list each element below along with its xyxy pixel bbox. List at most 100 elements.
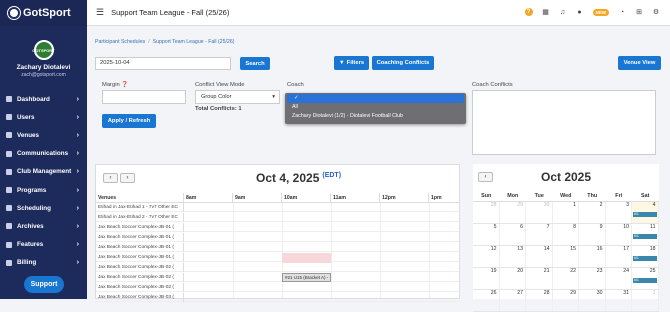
- support-button[interactable]: Support: [24, 276, 64, 293]
- day-cell[interactable]: 28: [473, 202, 500, 223]
- prev-month-button[interactable]: ‹: [478, 172, 493, 182]
- day-cell[interactable]: 28: [526, 290, 553, 311]
- menu-icon[interactable]: ☰: [96, 7, 104, 18]
- margin-label-text: Margin: [102, 82, 120, 88]
- logo[interactable]: GotSport: [0, 0, 87, 26]
- day-cell[interactable]: 30: [579, 290, 606, 311]
- sidebar-item-billing[interactable]: Billing ›: [0, 254, 87, 272]
- sidebar-item-scheduling[interactable]: Scheduling ›: [0, 199, 87, 217]
- venue-row: Jax Beach Soccer Complex-JB-02 (: [96, 263, 459, 272]
- day-cell[interactable]: 22: [553, 268, 579, 289]
- day-cell[interactable]: 23: [579, 268, 606, 289]
- day-event[interactable]: 6/1: [633, 234, 657, 239]
- chevron-down-icon: ▾: [272, 94, 275, 100]
- day-cell[interactable]: 11 6/1: [632, 224, 659, 245]
- day-cell[interactable]: 10: [606, 224, 632, 245]
- bell-icon[interactable]: ♫: [559, 8, 567, 16]
- coach-option-all[interactable]: All: [285, 103, 466, 112]
- day-cell[interactable]: 12: [473, 246, 500, 267]
- day-cell[interactable]: 29: [553, 290, 579, 311]
- coach-option-zachary[interactable]: Zachary Diotalevi (1/2) - Diotalevi Foot…: [285, 112, 466, 121]
- day-title-text: Oct 4, 2025: [256, 171, 320, 185]
- margin-input[interactable]: [102, 90, 186, 104]
- day-cell[interactable]: 26: [473, 290, 500, 311]
- chevron-right-icon: ›: [76, 113, 79, 121]
- coach-conflicts-label: Coach Conflicts: [472, 82, 513, 88]
- user-icon[interactable]: ●: [576, 8, 584, 16]
- apply-refresh-button[interactable]: Apply / Refresh: [102, 114, 156, 128]
- conflict-view-mode-select[interactable]: Group Color ▾: [195, 90, 280, 104]
- day-cell[interactable]: 30: [526, 202, 553, 223]
- venue-view-button[interactable]: Venue View: [618, 56, 661, 70]
- day-cell[interactable]: 3: [606, 202, 632, 223]
- date-input[interactable]: 2025-10-04: [95, 57, 231, 70]
- filters-button[interactable]: ▼ Filters: [334, 56, 369, 70]
- day-event[interactable]: 6/1: [633, 212, 657, 217]
- sidebar-item-club-management[interactable]: Club Management ›: [0, 163, 87, 181]
- hour-label: 9am: [233, 193, 282, 202]
- coach-option-empty[interactable]: ✓: [287, 94, 464, 103]
- day-cell[interactable]: 18 6/1: [632, 246, 659, 267]
- day-event[interactable]: 6/1: [633, 256, 657, 261]
- sidebar-item-communications[interactable]: Communications ›: [0, 145, 87, 163]
- venue-row: Jax Beach Soccer Complex-JB-02 (: [96, 273, 459, 282]
- chat-icon[interactable]: ◔: [618, 8, 626, 16]
- search-button[interactable]: Search: [240, 57, 270, 70]
- day-cell[interactable]: 1: [632, 290, 659, 311]
- day-event[interactable]: 6/1: [633, 278, 657, 283]
- prev-day-button[interactable]: ‹: [103, 173, 118, 183]
- sidebar-item-features[interactable]: Features ›: [0, 236, 87, 254]
- day-cell[interactable]: 8: [553, 224, 579, 245]
- sidebar-item-venues[interactable]: Venues ›: [0, 126, 87, 144]
- week-row: 26 27 28 29 30 31 1: [473, 290, 659, 312]
- next-day-button[interactable]: ›: [120, 173, 135, 183]
- day-cell[interactable]: 21: [526, 268, 553, 289]
- day-cell[interactable]: 19: [473, 268, 500, 289]
- day-cell[interactable]: 14: [526, 246, 553, 267]
- day-cell[interactable]: 17: [606, 246, 632, 267]
- chevron-right-icon: ›: [76, 150, 79, 158]
- day-cell[interactable]: 7: [526, 224, 553, 245]
- conflict-view-mode-label: Conflict View Mode: [195, 82, 245, 88]
- day-cell[interactable]: 20: [500, 268, 526, 289]
- grid-icon[interactable]: ▦: [542, 8, 550, 16]
- sidebar-item-dashboard[interactable]: Dashboard ›: [0, 90, 87, 108]
- venues-icon: [6, 132, 12, 139]
- day-cell-today[interactable]: 4 6/1: [632, 202, 659, 223]
- day-cell[interactable]: 5: [473, 224, 500, 245]
- margin-label: Margin ❓: [102, 82, 129, 88]
- weekday-label: Wed: [560, 193, 572, 199]
- grid-line: [282, 203, 283, 298]
- day-cell[interactable]: 27: [500, 290, 526, 311]
- day-cell[interactable]: 15: [553, 246, 579, 267]
- day-cell[interactable]: 6: [500, 224, 526, 245]
- settings-icon[interactable]: ⚙: [652, 8, 660, 16]
- day-cell[interactable]: 2: [579, 202, 606, 223]
- sidebar-item-programs[interactable]: Programs ›: [0, 181, 87, 199]
- billing-icon: [6, 259, 12, 266]
- day-cell[interactable]: 16: [579, 246, 606, 267]
- coaching-conflicts-button[interactable]: Coaching Conflicts: [372, 56, 434, 70]
- day-cell[interactable]: 29: [500, 202, 526, 223]
- day-cell[interactable]: 24: [606, 268, 632, 289]
- weekday-label: Fri: [615, 193, 623, 199]
- day-cell[interactable]: 31: [606, 290, 632, 311]
- coach-dropdown[interactable]: ✓ All Zachary Diotalevi (1/2) - Diotalev…: [285, 93, 466, 124]
- breadcrumb-link[interactable]: Participant Schedules: [95, 39, 145, 45]
- sidebar-item-users[interactable]: Users ›: [0, 108, 87, 126]
- filters-label: Filters: [346, 60, 365, 66]
- game-event[interactable]: #21 U15 (Bracket A) -: [282, 273, 331, 282]
- day-cell[interactable]: 1: [553, 202, 579, 223]
- cart-icon[interactable]: ⊞: [635, 8, 643, 16]
- new-badge[interactable]: NEW: [592, 8, 609, 16]
- chevron-right-icon: ›: [76, 259, 79, 267]
- day-cell[interactable]: 25 6/1: [632, 268, 659, 289]
- sidebar-item-archives[interactable]: Archives ›: [0, 217, 87, 235]
- day-cell[interactable]: 9: [579, 224, 606, 245]
- breadcrumb-current[interactable]: Support Team League - Fall (25/26): [153, 39, 235, 45]
- day-cell[interactable]: 13: [500, 246, 526, 267]
- coach-label: Coach: [287, 82, 304, 88]
- venue-name: Jax Beach Soccer Complex-JB-02 (: [96, 283, 184, 292]
- week-row: 12 13 14 15 16 17 18 6/1: [473, 246, 659, 268]
- help-icon[interactable]: ?: [524, 8, 533, 16]
